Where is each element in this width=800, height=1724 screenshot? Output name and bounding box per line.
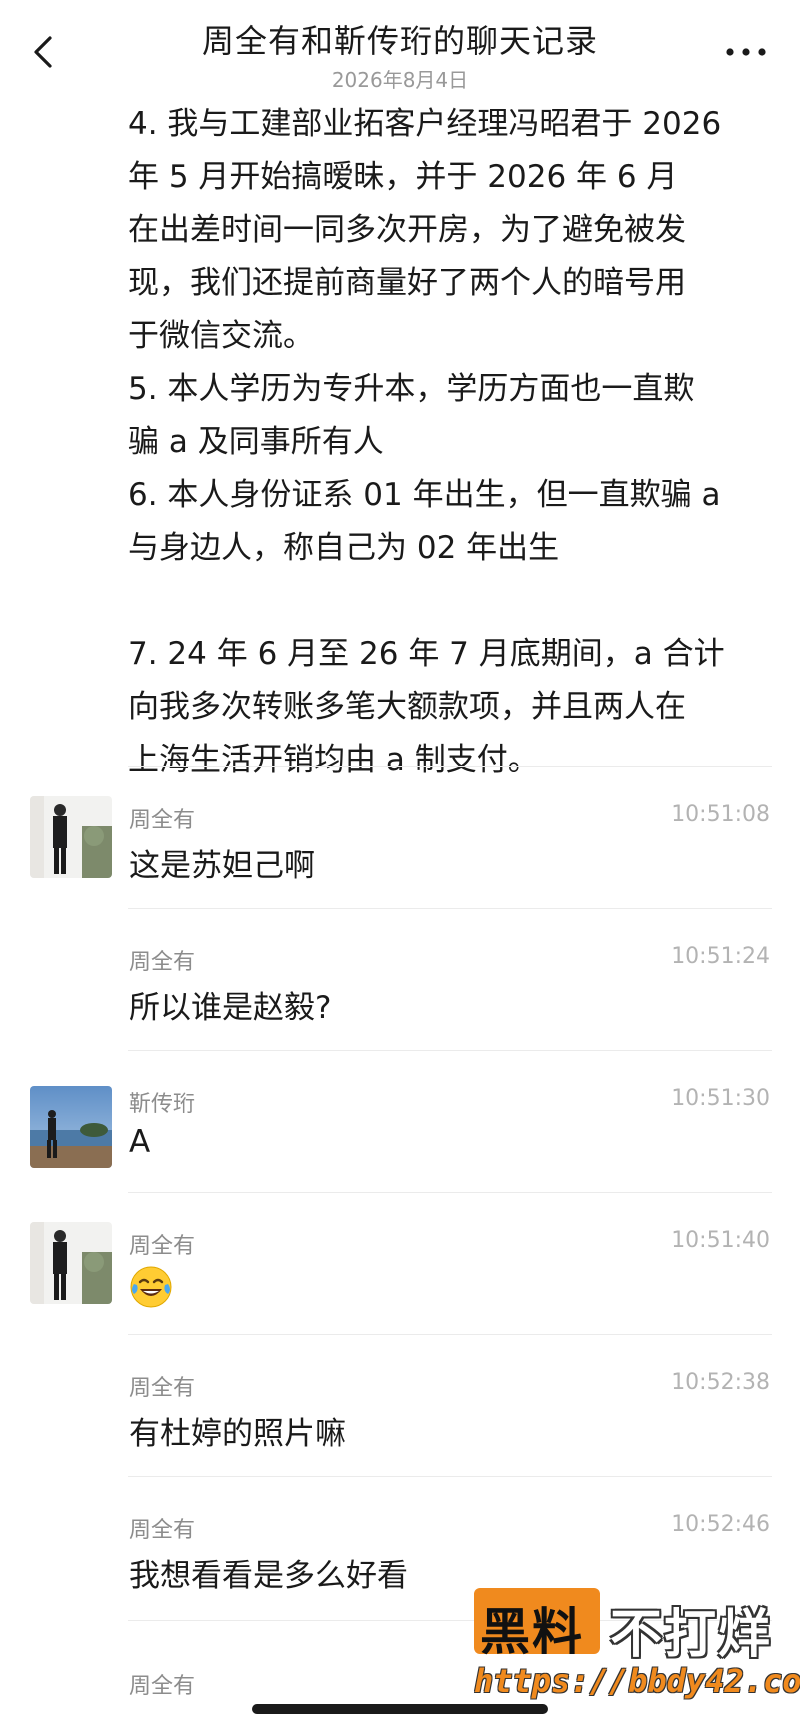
sender-name: 周全有: [129, 1674, 196, 1699]
home-indicator[interactable]: [252, 1704, 548, 1714]
message-text: 这是苏妲己啊: [129, 848, 315, 884]
avatar[interactable]: [30, 796, 112, 878]
more-dots-icon[interactable]: [724, 44, 768, 60]
message-line: 在出差时间一同多次开房，为了避免被发: [128, 212, 686, 248]
divider: [128, 1476, 772, 1477]
page-title: 周全有和靳传珩的聊天记录: [201, 22, 598, 60]
sender-name: 周全有: [129, 1518, 196, 1543]
avatar[interactable]: [30, 1222, 112, 1304]
message-line: 与身边人，称自己为 02 年出生: [128, 530, 560, 566]
message-line: 骗 a 及同事所有人: [128, 424, 384, 460]
watermark-badge: 黑料: [474, 1588, 600, 1661]
forwarded-message-text: 4. 我与工建部业拓客户经理冯昭君于 2026 年 5 月开始搞暧昧，并于 20…: [128, 98, 778, 787]
message-line: 年 5 月开始搞暧昧，并于 2026 年 6 月: [128, 159, 678, 195]
sender-name: 周全有: [129, 950, 196, 975]
message-text: 所以谁是赵毅?: [129, 990, 332, 1026]
message-time: 10:51:30: [671, 1086, 770, 1111]
sender-name: 周全有: [129, 808, 196, 833]
message-text: A: [129, 1124, 151, 1160]
message-time: 10:51:24: [671, 944, 770, 969]
message-time: 10:52:38: [671, 1370, 770, 1395]
sender-name: 靳传珩: [129, 1092, 196, 1117]
divider: [128, 766, 772, 767]
message-time: 10:51:08: [671, 802, 770, 827]
message-line: 7. 24 年 6 月至 26 年 7 月底期间，a 合计: [128, 636, 725, 672]
message-time: 10:52:46: [671, 1512, 770, 1537]
laughing-tears-emoji-icon: [130, 1266, 172, 1308]
chat-history-header: 周全有和靳传珩的聊天记录 2026年8月4日: [0, 0, 800, 96]
divider: [128, 1192, 772, 1193]
watermark-main-text: 黑料: [480, 1603, 584, 1661]
watermark-url: https://bbdy42.com: [474, 1662, 800, 1700]
avatar[interactable]: [30, 1086, 112, 1168]
message-text: 我想看看是多么好看: [129, 1558, 408, 1594]
message-line: 于微信交流。: [128, 318, 314, 354]
chat-date: 2026年8月4日: [331, 68, 469, 92]
watermark: 黑料 不打烊 https://bbdy42.com: [474, 1588, 800, 1716]
message-line: 现，我们还提前商量好了两个人的暗号用: [128, 265, 686, 301]
divider: [128, 908, 772, 909]
sender-name: 周全有: [129, 1234, 196, 1259]
sender-name: 周全有: [129, 1376, 196, 1401]
message-text: 有杜婷的照片嘛: [129, 1416, 346, 1452]
message-line: 5. 本人学历为专升本，学历方面也一直欺: [128, 371, 695, 407]
message-line: 6. 本人身份证系 01 年出生，但一直欺骗 a: [128, 477, 721, 513]
message-line: 向我多次转账多笔大额款项，并且两人在: [128, 689, 686, 725]
message-line: 上海生活开销均由 a 制支付。: [128, 742, 539, 778]
message-time: 10:51:40: [671, 1228, 770, 1253]
message-line: 4. 我与工建部业拓客户经理冯昭君于 2026: [128, 106, 722, 142]
divider: [128, 1050, 772, 1051]
watermark-side-text: 不打烊: [610, 1605, 773, 1665]
divider: [128, 1334, 772, 1335]
